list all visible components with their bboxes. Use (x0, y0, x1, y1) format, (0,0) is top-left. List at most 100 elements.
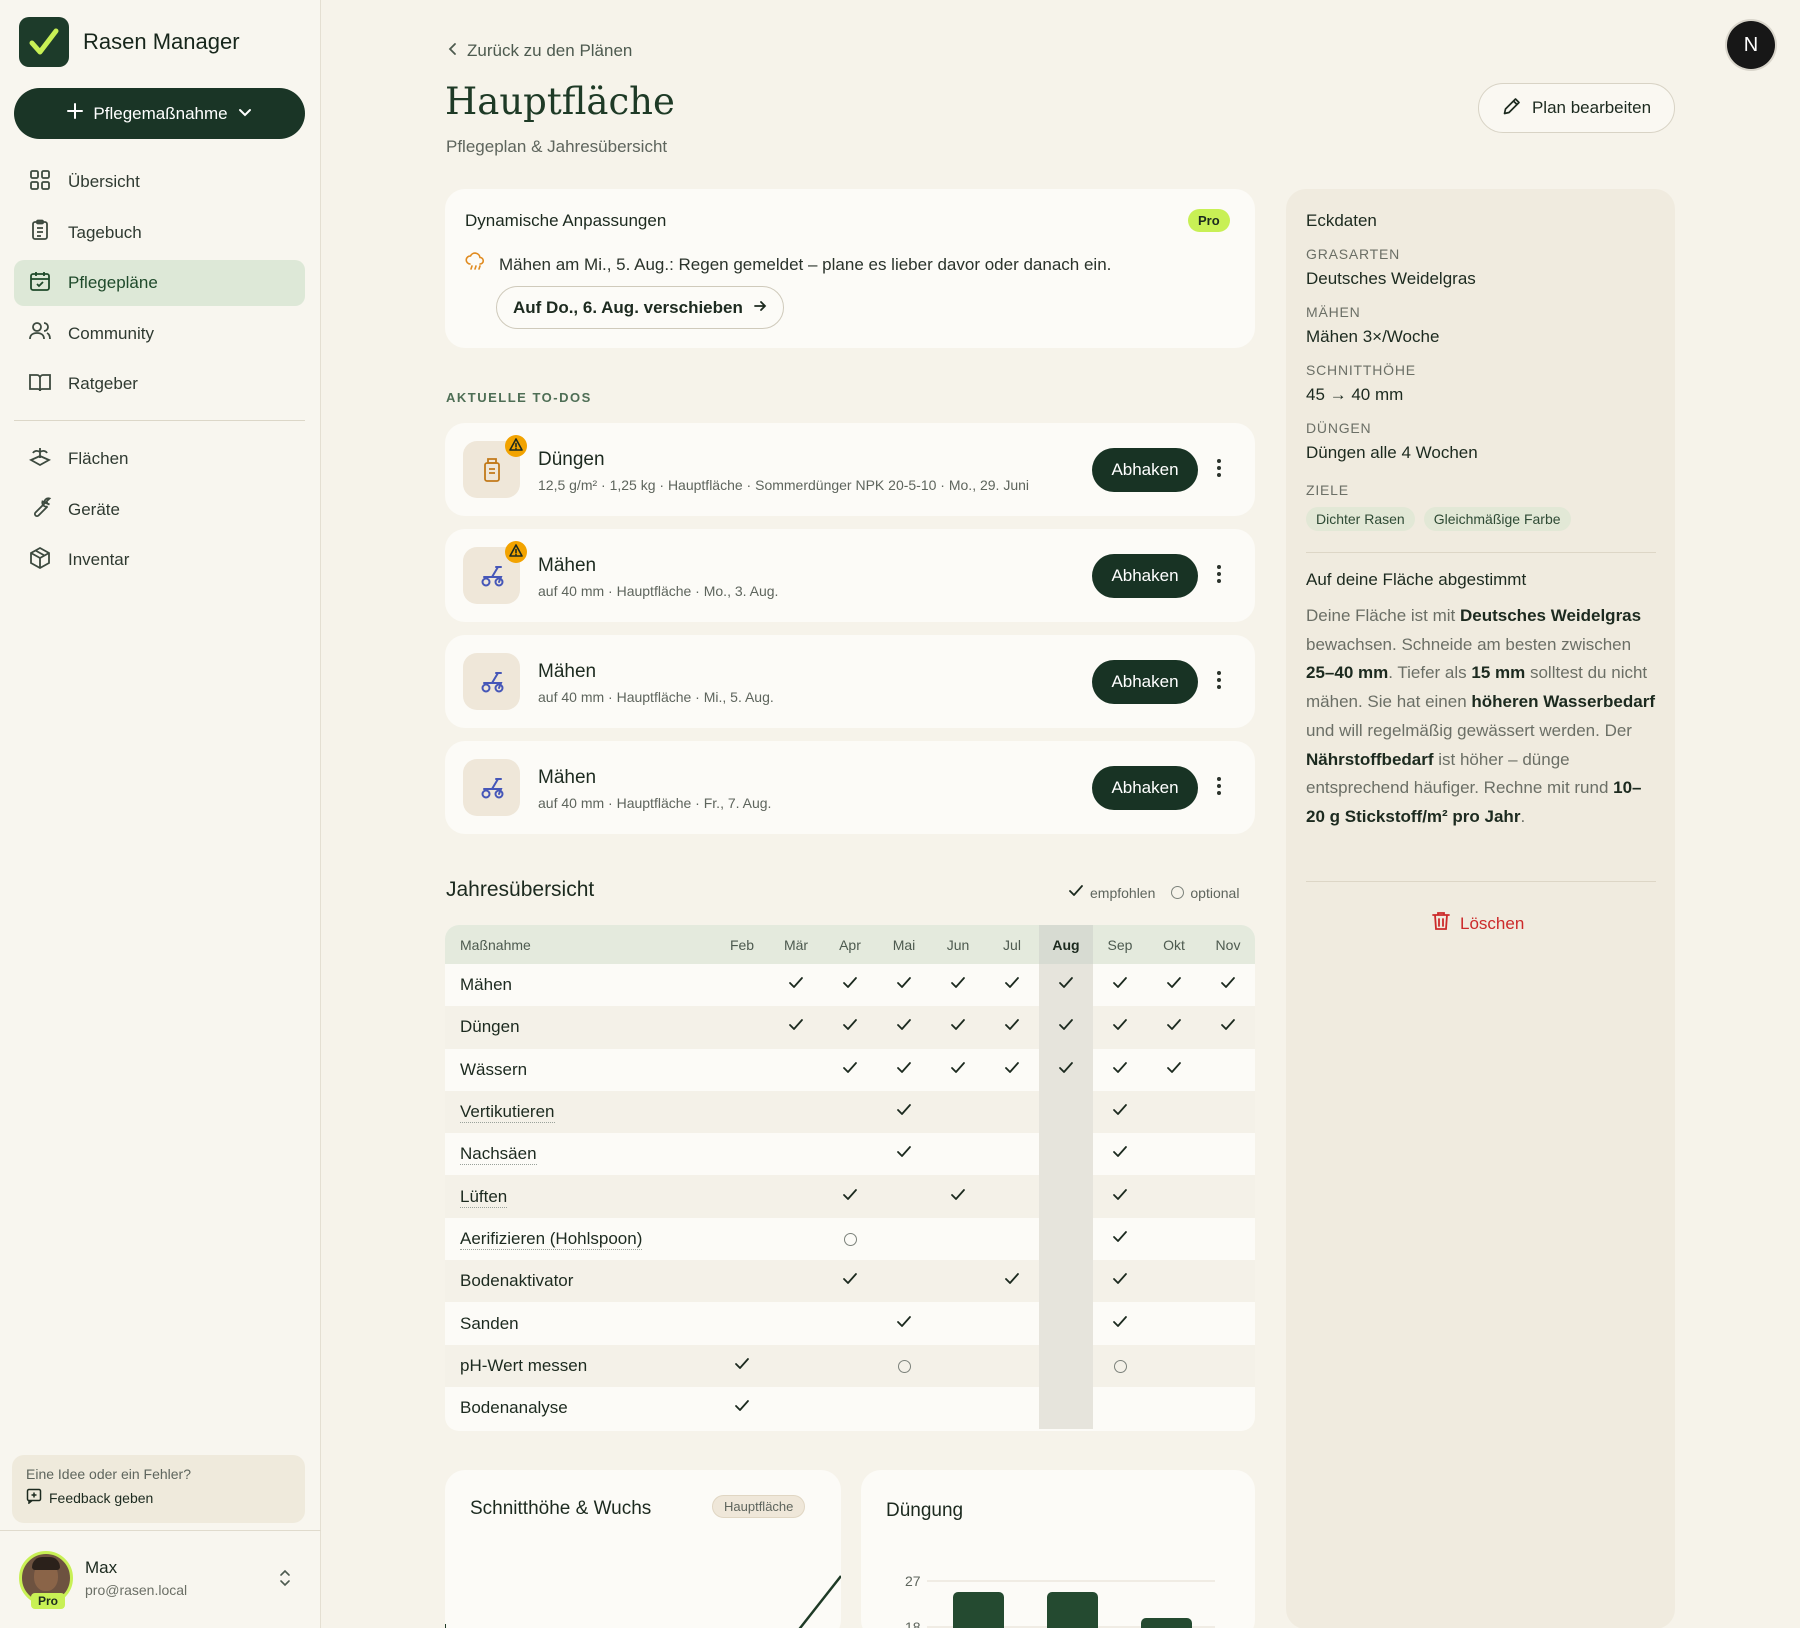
measure-cell: Bodenanalyse (445, 1387, 715, 1429)
sidebar-item-inventory[interactable]: Inventar (14, 537, 305, 583)
month-cell (1147, 1006, 1201, 1049)
check-icon (1004, 1060, 1020, 1079)
reschedule-button[interactable]: Auf Do., 6. Aug. verschieben (496, 286, 784, 329)
complete-button[interactable]: Abhaken (1092, 766, 1198, 810)
back-link[interactable]: Zurück zu den Plänen (448, 41, 632, 61)
brand[interactable]: Rasen Manager (19, 17, 240, 67)
check-icon (896, 1144, 912, 1163)
table-row: Lüften (445, 1175, 1255, 1218)
user-email: pro@rasen.local (85, 1582, 188, 1598)
year-overview-title: Jahresübersicht (446, 878, 595, 901)
dynamic-adjustments-card: Dynamische Anpassungen Pro Mähen am Mi.,… (445, 189, 1255, 348)
pencil-icon (1502, 96, 1522, 121)
chevrons-up-down-icon[interactable] (277, 1568, 293, 1593)
month-cell (1147, 1133, 1201, 1175)
legend-optional: optional (1190, 884, 1240, 901)
month-cell (1201, 1387, 1255, 1429)
todo-title: Düngen (538, 449, 605, 470)
measure-name: Sanden (460, 1313, 519, 1333)
check-icon (1068, 884, 1084, 901)
sidebar-item-overview[interactable]: Übersicht (14, 159, 305, 205)
sidebar-item-label: Tagebuch (68, 222, 142, 242)
circle-icon (897, 1359, 911, 1373)
sidebar-item-guide[interactable]: Ratgeber (14, 361, 305, 407)
month-cell (769, 1260, 823, 1303)
column-header-month: Jun (931, 925, 985, 964)
more-options-icon[interactable] (1216, 458, 1222, 483)
month-cell (1093, 1218, 1147, 1260)
month-cell (985, 1302, 1039, 1344)
user-menu[interactable]: Pro Max pro@rasen.local (19, 1551, 188, 1609)
sidebar-item-label: Community (68, 323, 154, 343)
month-cell (877, 1302, 931, 1344)
measure-cell: Mähen (445, 964, 715, 1006)
check-icon (842, 1271, 858, 1290)
trash-icon (1432, 911, 1450, 936)
circle-icon (1171, 886, 1185, 899)
more-options-icon[interactable] (1216, 564, 1222, 589)
month-cell (877, 1387, 931, 1429)
grass-value: Deutsches Weidelgras (1306, 269, 1476, 288)
new-care-action-button[interactable]: Pflegemaßnahme (14, 88, 305, 139)
month-cell (715, 1344, 769, 1387)
more-options-icon[interactable] (1216, 670, 1222, 695)
complete-button[interactable]: Abhaken (1092, 554, 1198, 598)
complete-button[interactable]: Abhaken (1092, 660, 1198, 704)
edit-plan-button[interactable]: Plan bearbeiten (1478, 83, 1675, 133)
month-cell (769, 1175, 823, 1218)
check-icon (1166, 1017, 1182, 1036)
account-avatar[interactable]: N (1727, 21, 1775, 69)
check-icon (734, 1398, 750, 1417)
panel-title: Eckdaten (1306, 211, 1377, 230)
delete-button[interactable]: Löschen (1432, 911, 1524, 936)
sidebar-item-tools[interactable]: Geräte (14, 487, 305, 533)
goal-chip: Gleichmäßige Farbe (1423, 507, 1571, 531)
measure-cell[interactable]: Aerifizieren (Hohlspoon) (445, 1218, 715, 1260)
month-cell (1147, 964, 1201, 1006)
sidebar-item-label: Flächen (68, 449, 129, 468)
more-options-icon[interactable] (1216, 776, 1222, 801)
sidebar-item-areas[interactable]: Flächen (14, 436, 305, 482)
complete-button[interactable]: Abhaken (1092, 448, 1198, 492)
check-icon (734, 1356, 750, 1375)
month-cell (823, 1006, 877, 1049)
month-cell (1039, 1217, 1093, 1261)
plus-icon (67, 103, 84, 124)
sidebar-item-community[interactable]: Community (14, 311, 305, 357)
fertilizing-card-title: Düngung (886, 1500, 964, 1521)
calendar-check-icon (28, 269, 52, 298)
month-cell (931, 1344, 985, 1387)
sidebar-item-care-plans[interactable]: Pflegepläne (14, 260, 305, 306)
warning-icon (504, 540, 528, 569)
check-icon (896, 1060, 912, 1079)
feedback-link[interactable]: Feedback geben (26, 1488, 291, 1507)
table-row: Wässern (445, 1048, 1255, 1091)
sidebar-item-journal[interactable]: Tagebuch (14, 210, 305, 256)
back-link-label: Zurück zu den Plänen (467, 41, 633, 60)
growth-card: Schnitthöhe & Wuchs Hauptfläche (445, 1470, 841, 1628)
circle-icon (1113, 1359, 1127, 1373)
month-cell (715, 1387, 769, 1429)
month-cell (769, 1344, 823, 1387)
arrow-right-icon (753, 298, 767, 318)
table-row: Aerifizieren (Hohlspoon) (445, 1217, 1255, 1261)
month-cell (877, 1218, 931, 1260)
measure-cell[interactable]: Lüften (445, 1175, 715, 1218)
month-cell (823, 1344, 877, 1387)
month-cell (715, 1133, 769, 1175)
month-cell (823, 1218, 877, 1260)
month-cell (1147, 1344, 1201, 1387)
bar (1141, 1618, 1192, 1628)
month-cell (769, 1090, 823, 1134)
table-row: Bodenaktivator (445, 1260, 1255, 1303)
measure-cell[interactable]: Nachsäen (445, 1133, 715, 1175)
todo-item: Mähen auf 40 mm · Hauptfläche · Fr., 7. … (445, 741, 1255, 834)
month-cell (985, 1090, 1039, 1134)
month-cell (823, 1175, 877, 1218)
measure-cell[interactable]: Vertikutieren (445, 1090, 715, 1134)
sidebar: Rasen Manager Pflegemaßnahme Übersicht T… (0, 0, 321, 1628)
month-cell (931, 1175, 985, 1218)
check-icon (842, 1017, 858, 1036)
check-icon (950, 1187, 966, 1206)
month-cell (1039, 1048, 1093, 1091)
